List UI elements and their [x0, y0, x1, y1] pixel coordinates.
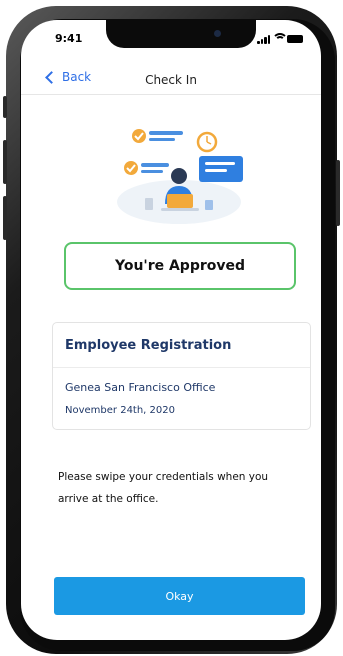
instructions-text: Please swipe your credentials when you a…	[58, 471, 269, 505]
nav-divider	[21, 94, 321, 95]
approval-status-label: You're Approved	[114, 258, 246, 274]
phone-silent-switch	[3, 96, 7, 118]
registration-date: November 24th, 2020	[65, 405, 175, 416]
status-icons	[257, 33, 303, 45]
registration-divider	[53, 367, 310, 368]
registration-location: Genea San Francisco Office	[65, 381, 216, 394]
check-in-illustration	[117, 126, 243, 224]
okay-button[interactable]: Okay	[54, 577, 305, 615]
phone-volume-down-button	[3, 196, 7, 240]
battery-icon	[287, 35, 303, 43]
front-camera	[214, 30, 221, 37]
registration-title: Employee Registration	[65, 338, 232, 353]
page-title: Check In	[145, 73, 197, 87]
approval-status-box: You're Approved	[64, 242, 296, 290]
registration-card: Employee Registration Genea San Francisc…	[52, 322, 311, 430]
phone-screen: 9:41 Back Check In You're Approved Emplo…	[21, 20, 321, 640]
wifi-icon	[274, 33, 286, 45]
status-time: 9:41	[55, 32, 83, 45]
okay-button-label: Okay	[165, 589, 194, 603]
phone-volume-up-button	[3, 140, 7, 184]
phone-notch	[106, 20, 256, 48]
navigation-bar: Back Check In	[21, 58, 321, 92]
phone-power-button	[336, 160, 340, 226]
